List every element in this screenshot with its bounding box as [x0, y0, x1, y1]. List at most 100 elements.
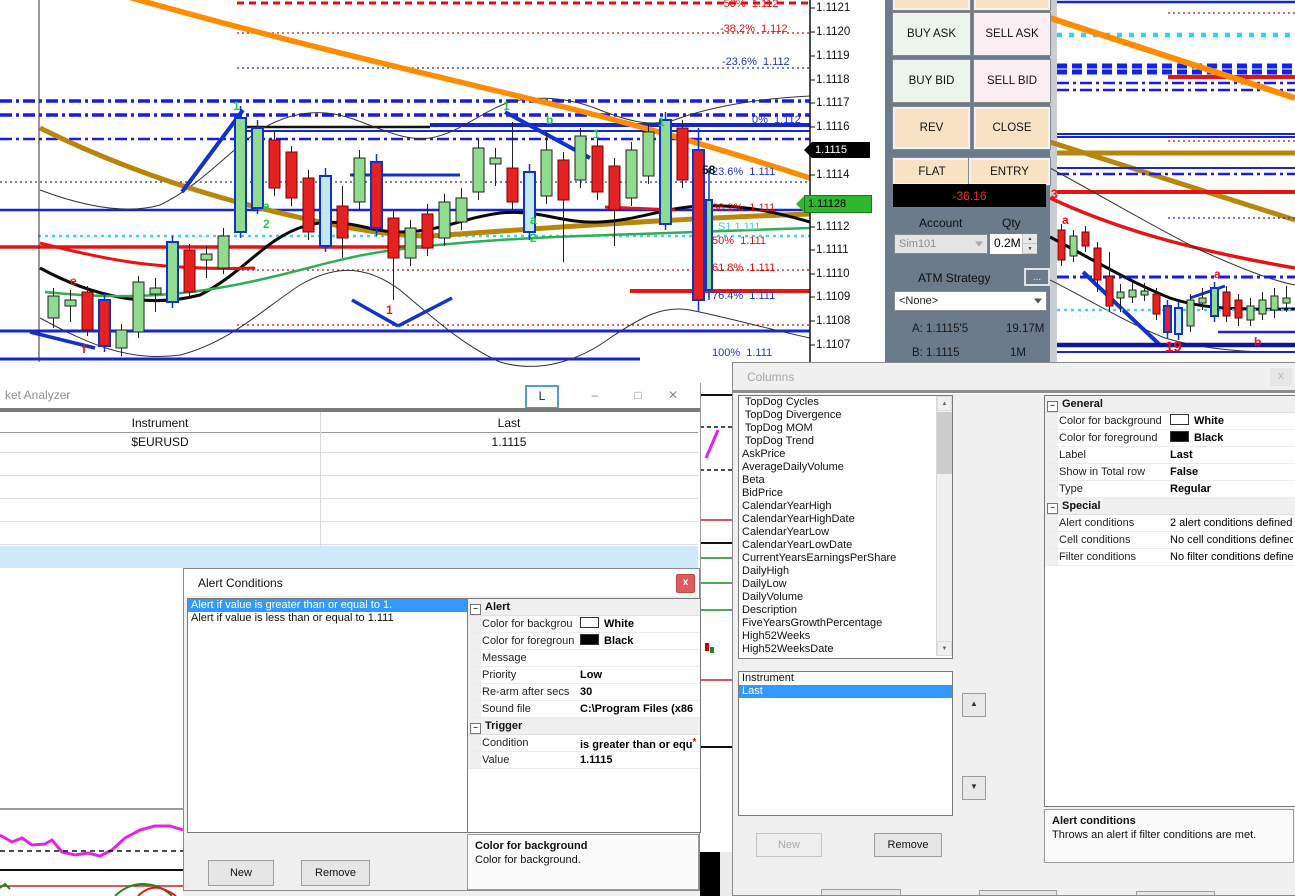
list-item[interactable]: CalendarYearHigh	[739, 500, 952, 513]
list-item[interactable]: FiveYearsGrowthPercentage	[739, 617, 952, 630]
collapse-icon[interactable]: −	[1047, 401, 1058, 412]
list-item[interactable]: CalendarYearHighDate	[739, 513, 952, 526]
list-item[interactable]: Beta	[739, 474, 952, 487]
sell-bid-button[interactable]: SELL BID	[973, 59, 1051, 103]
new-alert-button[interactable]: New	[208, 860, 274, 886]
link-button[interactable]: L	[525, 385, 559, 409]
row-gutter	[468, 667, 481, 683]
list-item[interactable]: TopDog Divergence	[739, 409, 952, 422]
partial-button[interactable]	[979, 890, 1057, 895]
maximize-button[interactable]: □	[628, 387, 648, 405]
move-up-button[interactable]: ▲	[962, 693, 986, 717]
dialog-titlebar[interactable]: Alert Conditions x	[184, 569, 699, 596]
list-item[interactable]: DailyHigh	[739, 565, 952, 578]
list-item[interactable]: High52Weeks	[739, 630, 952, 643]
property-row[interactable]: Condition is greater than or equ*	[468, 735, 700, 752]
scroll-up-icon[interactable]: ▲	[937, 396, 952, 411]
property-row[interactable]: Cell conditions No cell conditions defin…	[1045, 532, 1295, 549]
remove-column-button[interactable]: Remove	[874, 833, 942, 857]
buy-ask-button[interactable]: BUY ASK	[892, 12, 971, 56]
account-label: Account	[919, 216, 963, 230]
partial-button[interactable]	[973, 0, 1051, 11]
close-icon[interactable]: x	[1270, 368, 1292, 386]
column-properties-grid: − General Color for background White Colo…	[1044, 395, 1295, 807]
scroll-down-icon[interactable]: ▼	[937, 641, 952, 656]
property-group-alert[interactable]: − Alert	[468, 599, 700, 616]
table-cell-instrument[interactable]: $EURUSD	[0, 435, 320, 449]
close-button[interactable]: ✕	[663, 387, 683, 405]
property-row[interactable]: Alert conditions 2 alert conditions defi…	[1045, 515, 1295, 532]
new-column-button[interactable]: New	[756, 833, 822, 857]
property-row[interactable]: Value 1.1115*	[468, 752, 700, 769]
row-gutter	[1045, 515, 1058, 531]
minimize-button[interactable]: –	[585, 387, 605, 405]
flat-button[interactable]: FLAT	[892, 157, 972, 186]
account-select[interactable]: Sim101	[894, 234, 988, 254]
sell-ask-button[interactable]: SELL ASK	[973, 12, 1051, 56]
list-item[interactable]: CalendarYearLow	[739, 526, 952, 539]
list-item[interactable]: TopDog Cycles	[739, 396, 952, 409]
row-gutter	[1045, 532, 1058, 548]
list-item[interactable]: AverageDailyVolume	[739, 461, 952, 474]
selected-columns-list[interactable]: Instrument Last	[738, 671, 953, 816]
list-item[interactable]: Last	[739, 685, 952, 698]
gridline	[0, 521, 698, 522]
atm-strategy-select[interactable]: <None>	[894, 291, 1047, 311]
property-group-trigger[interactable]: − Trigger	[468, 718, 700, 735]
property-row[interactable]: Sound file C:\Program Files (x86*	[468, 701, 700, 718]
scrollbar[interactable]: ▲ ▼	[936, 396, 952, 656]
selected-empty-row[interactable]	[0, 546, 698, 568]
window-titlebar[interactable]: ket Analyzer L – □ ✕	[0, 383, 700, 409]
close-position-button[interactable]: CLOSE	[973, 106, 1051, 150]
property-row[interactable]: Color for foreground Black	[1045, 430, 1295, 447]
property-row[interactable]: Show in Total row False	[1045, 464, 1295, 481]
atm-more-button[interactable]: ...	[1024, 268, 1050, 286]
pnl-display: -36.16	[893, 184, 1046, 207]
property-row[interactable]: Re-arm after secs 30*	[468, 684, 700, 701]
close-icon[interactable]: x	[676, 574, 695, 593]
collapse-icon[interactable]: −	[470, 723, 481, 734]
entry-button[interactable]: ENTRY	[968, 157, 1051, 186]
property-row[interactable]: Color for background White	[1045, 413, 1295, 430]
move-down-button[interactable]: ▼	[962, 776, 986, 800]
property-row[interactable]: Filter conditions No filter conditions d…	[1045, 549, 1295, 566]
quantity-stepper[interactable]: 0.2M ▲ ▼	[989, 233, 1038, 255]
gridline	[0, 498, 698, 499]
property-row[interactable]: Type Regular	[1045, 481, 1295, 498]
trading-workspace: 1.1121 1.1120 1.1119 1.1118 1.1117 1.1116 1.11…	[0, 0, 1295, 896]
partial-button[interactable]	[1136, 891, 1215, 895]
column-header-instrument[interactable]: Instrument	[0, 416, 320, 430]
list-item[interactable]: BidPrice	[739, 487, 952, 500]
list-item[interactable]: TopDog MOM	[739, 422, 952, 435]
property-row[interactable]: Message *	[468, 650, 700, 667]
buy-bid-button[interactable]: BUY BID	[892, 59, 971, 103]
property-group-general[interactable]: − General	[1045, 396, 1295, 413]
list-item[interactable]: Instrument	[739, 672, 952, 685]
property-row[interactable]: Color for backgrou White*	[468, 616, 700, 633]
list-item[interactable]: CurrentYearsEarningsPerShare	[739, 552, 952, 565]
stepper-arrows[interactable]: ▲ ▼	[1022, 234, 1037, 254]
row-gutter	[1045, 413, 1058, 429]
list-item[interactable]: DailyVolume	[739, 591, 952, 604]
reverse-button[interactable]: REV	[892, 106, 971, 150]
partial-button[interactable]	[821, 889, 901, 895]
column-header-last[interactable]: Last	[320, 416, 698, 430]
dialog-titlebar[interactable]: Columns x	[733, 363, 1295, 390]
list-item[interactable]: CalendarYearLowDate	[739, 539, 952, 552]
available-columns-list[interactable]: TopDog Cycles TopDog Divergence TopDog M…	[738, 395, 953, 659]
partial-button[interactable]	[892, 0, 971, 11]
list-item[interactable]: AskPrice	[739, 448, 952, 461]
property-row[interactable]: Color for foregroun Black*	[468, 633, 700, 650]
remove-alert-button[interactable]: Remove	[301, 860, 370, 886]
property-row[interactable]: Label Last	[1045, 447, 1295, 464]
list-item[interactable]: DailyLow	[739, 578, 952, 591]
collapse-icon[interactable]: −	[1047, 503, 1058, 514]
list-item[interactable]: TopDog Trend	[739, 435, 952, 448]
scroll-thumb[interactable]	[937, 412, 952, 474]
collapse-icon[interactable]: −	[470, 604, 481, 615]
list-item[interactable]: Description	[739, 604, 952, 617]
table-cell-last[interactable]: 1.1115	[320, 435, 698, 449]
property-group-special[interactable]: − Special	[1045, 498, 1295, 515]
list-item[interactable]: High52WeeksDate	[739, 643, 952, 656]
property-row[interactable]: Priority Low*	[468, 667, 700, 684]
